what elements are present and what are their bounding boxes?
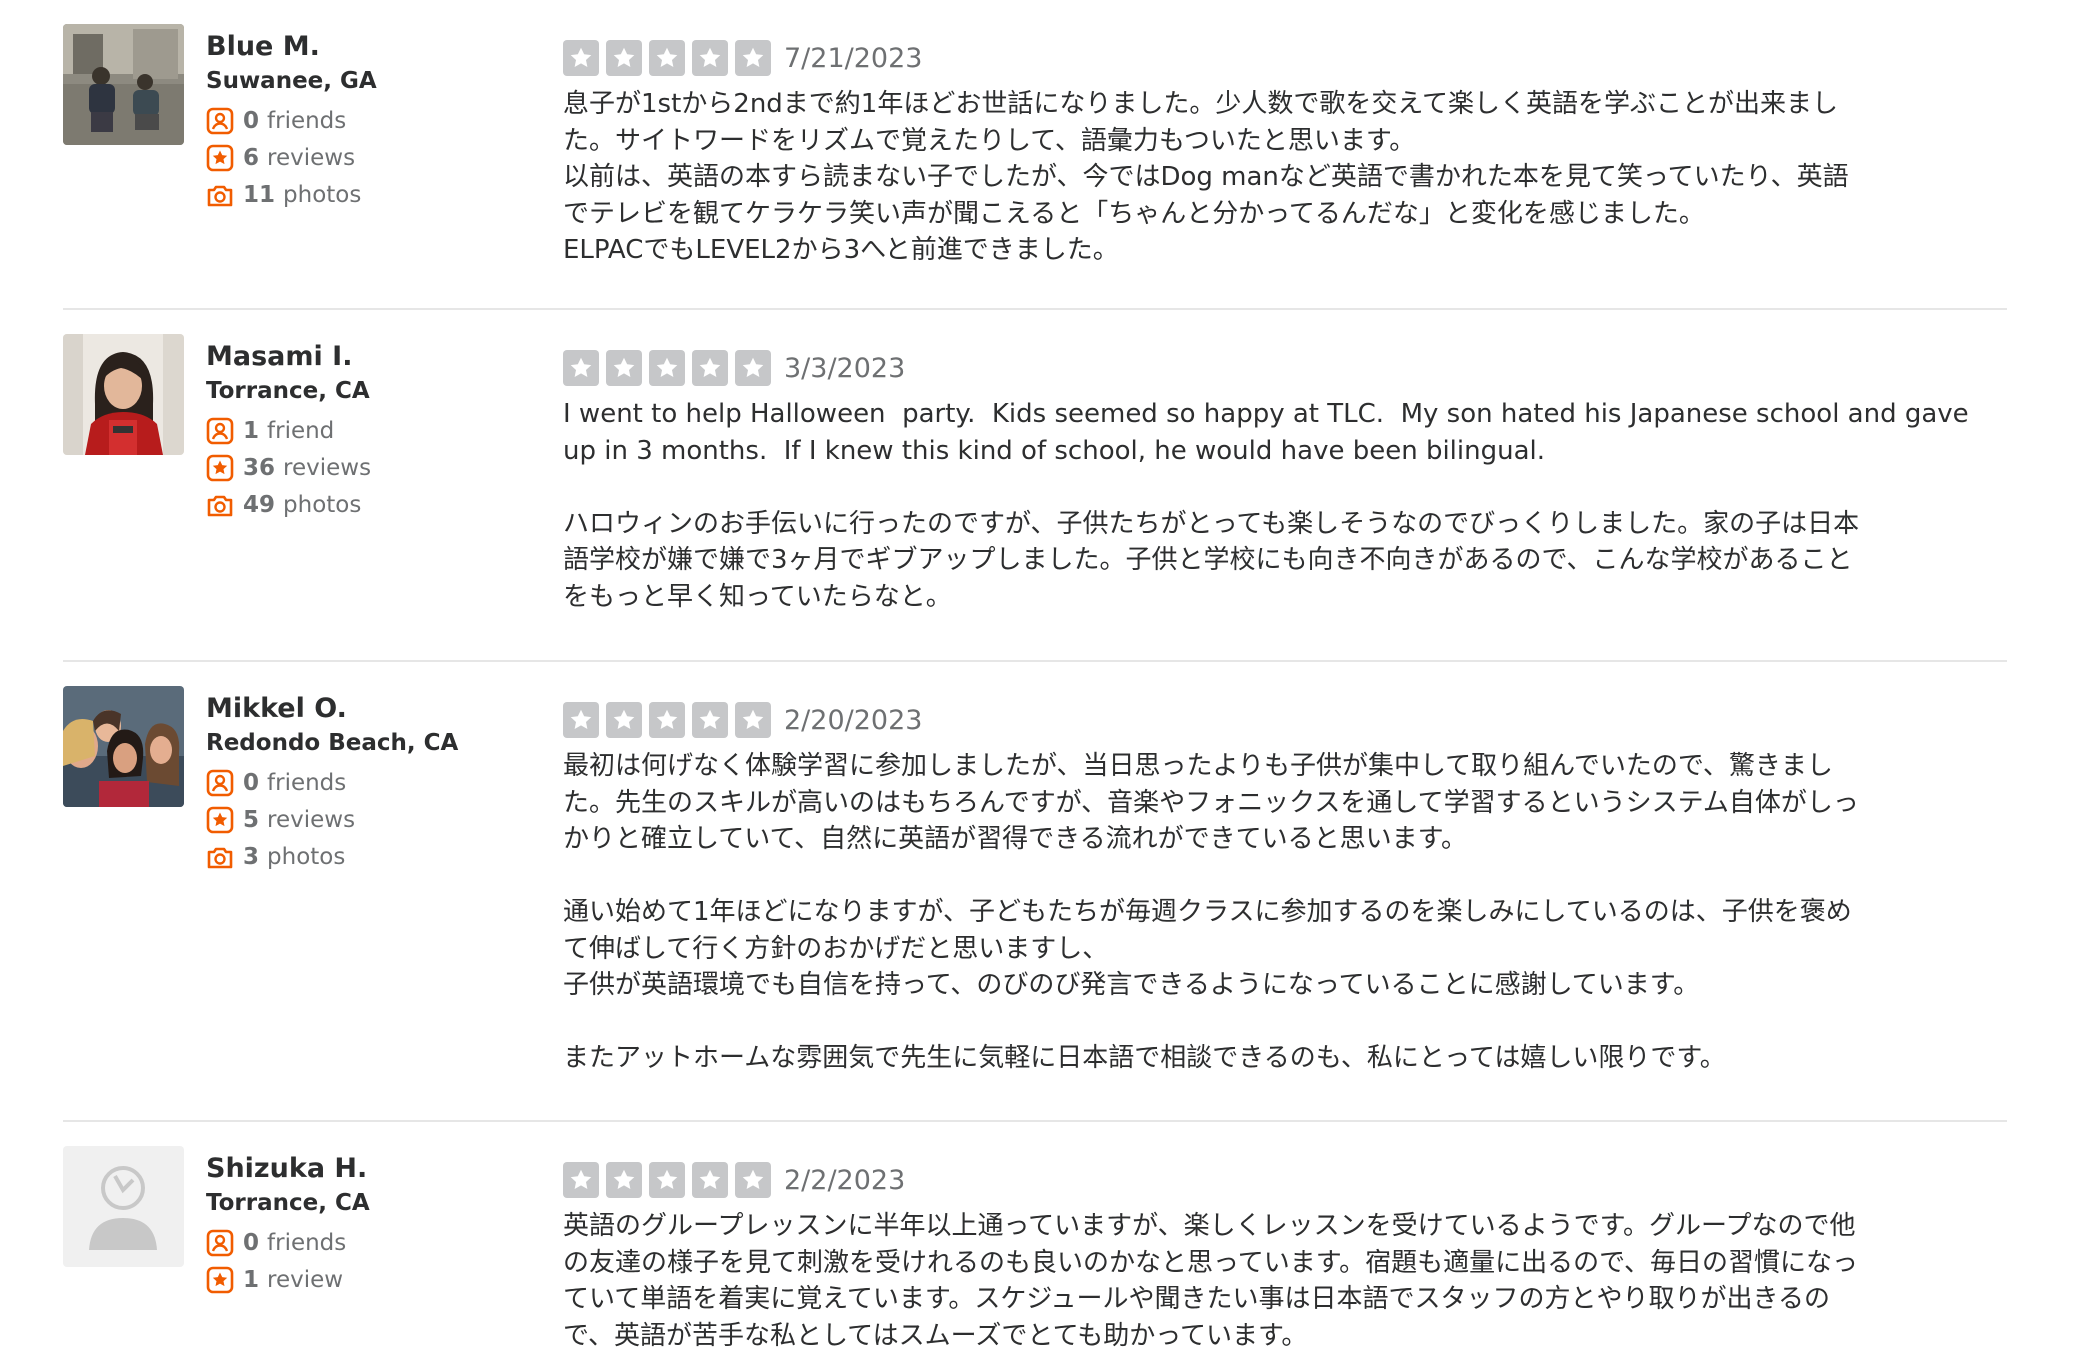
friends-icon [206,417,234,444]
avatar[interactable] [63,24,184,145]
review-date: 2/20/2023 [784,704,923,736]
review-list: Blue M. Suwanee, GA 0 friends 6 reviews 11… [63,0,2007,1370]
avatar[interactable] [63,334,184,455]
star-icon [563,702,599,738]
reviews-stat: 5 reviews [206,801,458,838]
friends-stat: 0 friends [206,1224,370,1261]
star-icon [563,40,599,76]
review-item: Shizuka H. Torrance, CA 0 friends 1 review [63,1122,2007,1370]
reviews-stat: 36 reviews [206,449,371,486]
friends-stat: 0 friends [206,102,377,139]
camera-icon [207,185,233,206]
reviews-stat: 1 review [206,1261,370,1298]
reviewer-name[interactable]: Shizuka H. [206,1152,370,1186]
rating-row: 3/3/2023 [563,348,1987,388]
review-text: I went to help Halloween party. Kids see… [563,399,1969,612]
review-item: Masami I. Torrance, CA 1 friend 36 reviews… [63,310,2007,662]
star-icon [563,350,599,386]
star-icon [606,702,642,738]
reviewer-info: Blue M. Suwanee, GA 0 friends 6 reviews 11… [63,24,563,278]
star-rating [563,1162,778,1198]
review-content: 7/21/2023 息子が1stから2ndまで約1年ほどお世話になりました。少人… [563,24,2007,278]
friends-stat: 1 friend [206,412,371,449]
review-star-icon [206,144,234,171]
review-star-icon [206,806,234,833]
star-icon [649,1162,685,1198]
star-rating [563,702,778,738]
reviewer-name[interactable]: Masami I. [206,340,371,374]
camera-icon [207,847,233,868]
avatar[interactable] [63,686,184,807]
friends-stat: 0 friends [206,764,458,801]
reviewer-info: Masami I. Torrance, CA 1 friend 36 reviews… [63,334,563,630]
reviewer-name[interactable]: Blue M. [206,30,377,64]
photos-stat: 49 photos [206,486,371,523]
star-icon [606,1162,642,1198]
review-content: 2/2/2023 英語のグループレッスンに半年以上通っていますが、楽しくレッスン… [563,1146,2007,1351]
review-date: 3/3/2023 [784,352,906,384]
star-icon [692,1162,728,1198]
reviewer-name[interactable]: Mikkel O. [206,692,458,726]
review-content: 3/3/2023 I went to help Halloween party.… [563,334,2007,630]
star-icon [649,702,685,738]
reviewer-location: Torrance, CA [206,1190,370,1216]
camera-icon [207,495,233,516]
friends-icon [206,107,234,134]
rating-row: 2/2/2023 [563,1160,1987,1200]
review-item: Mikkel O. Redondo Beach, CA 0 friends 5 re… [63,662,2007,1122]
reviewer-location: Redondo Beach, CA [206,730,459,756]
star-icon [649,350,685,386]
star-icon [692,702,728,738]
reviews-stat: 6 reviews [206,139,377,176]
review-star-icon [206,454,234,481]
star-rating [563,350,778,386]
review-item: Blue M. Suwanee, GA 0 friends 6 reviews 11… [63,0,2007,310]
avatar-placeholder[interactable] [63,1146,184,1267]
review-date: 2/2/2023 [784,1164,906,1196]
star-icon [563,1162,599,1198]
review-text: 息子が1stから2ndまで約1年ほどお世話になりました。少人数で歌を交えて楽しく… [563,89,1849,265]
reviewer-location: Suwanee, GA [206,68,377,94]
review-star-icon [206,1266,234,1293]
reviewer-info: Mikkel O. Redondo Beach, CA 0 friends 5 re… [63,686,563,1090]
reviewer-location: Torrance, CA [206,378,370,404]
star-icon [692,350,728,386]
photos-stat: 11 photos [206,176,377,213]
rating-row: 7/21/2023 [563,38,1987,78]
photos-stat: 3 photos [206,838,458,875]
rating-row: 2/20/2023 [563,700,1987,740]
reviewer-info: Shizuka H. Torrance, CA 0 friends 1 review [63,1146,563,1340]
star-icon [606,350,642,386]
star-icon [692,40,728,76]
star-icon [735,702,771,738]
review-text: 最初は何げなく体験学習に参加しましたが、当日思ったよりも子供が集中して取り組んで… [563,751,1859,1073]
star-icon [735,1162,771,1198]
star-icon [649,40,685,76]
star-rating [563,40,778,76]
star-icon [735,40,771,76]
star-icon [735,350,771,386]
review-content: 2/20/2023 最初は何げなく体験学習に参加しましたが、当日思ったよりも子供… [563,686,2007,1090]
review-text: 英語のグループレッスンに半年以上通っていますが、楽しくレッスンを受けているようで… [563,1211,1859,1351]
review-date: 7/21/2023 [784,42,923,74]
friends-icon [206,769,234,796]
star-icon [606,40,642,76]
friends-icon [206,1229,234,1256]
